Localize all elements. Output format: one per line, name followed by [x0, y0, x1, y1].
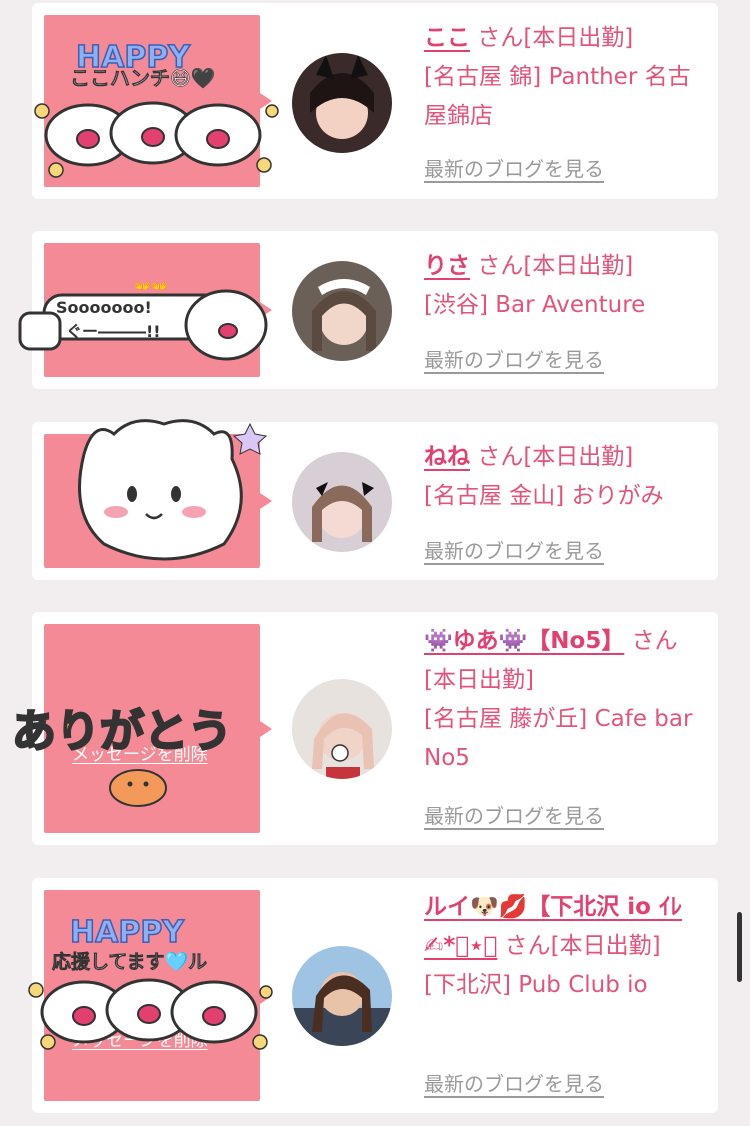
avatar-photo: [292, 261, 392, 361]
status-label: [本日出勤]: [523, 25, 634, 51]
arigatou-sticker-image: ありがとう: [11, 705, 233, 807]
latest-blog-link[interactable]: 最新のブログを見る: [424, 800, 604, 829]
cast-info: ねね さん[本日出勤] [名古屋 金山] おりがみ: [424, 438, 696, 516]
avatar[interactable]: [292, 261, 392, 361]
svg-text:HAPPY: HAPPY: [70, 915, 185, 950]
message-sticker[interactable]: メッセージを削除 HAPPY 応援してます🩵ル: [28, 890, 273, 1101]
shop-label: [渋谷] Bar Aventure: [424, 292, 646, 318]
blog-card: メッセージを削除 ありがとう 👾ゆあ👾【No5】 さん [本日出勤] [名古屋 藤…: [11, 612, 718, 845]
latest-blog-link[interactable]: 最新のブログを見る: [424, 535, 604, 564]
avatar-photo: [292, 679, 392, 779]
message-sticker[interactable]: HAPPY ここハンチ😆🖤: [34, 15, 279, 187]
shop-label: [下北沢] Pub Club io: [424, 972, 648, 998]
blog-card: HAPPY ここハンチ😆🖤 ここ さん[本日出勤] [名古屋 錦] Panthe…: [32, 3, 718, 199]
shop-label: [名古屋 藤が丘] Cafe bar No5: [424, 706, 693, 771]
svg-text:ここハンチ😆🖤: ここハンチ😆🖤: [70, 66, 216, 90]
happy-bears-sticker-image: HAPPY ここハンチ😆🖤: [34, 39, 279, 178]
san-label: さん: [477, 444, 524, 470]
san-label: さん: [477, 253, 524, 279]
message-sticker[interactable]: 👐👐 Sooooooo! ぐー―――!!: [18, 243, 272, 377]
avatar[interactable]: [292, 946, 392, 1046]
happy-bears-sticker-image: HAPPY 応援してます🩵ル: [28, 914, 273, 1050]
avatar[interactable]: [292, 679, 392, 779]
latest-blog-link[interactable]: 最新のブログを見る: [424, 344, 604, 373]
san-label: さん: [477, 25, 524, 51]
latest-blog-link[interactable]: 最新のブログを見る: [424, 1068, 604, 1097]
svg-text:ぐー―――!!: ぐー―――!!: [66, 322, 161, 341]
status-label: [本日出勤]: [523, 253, 634, 279]
message-sticker[interactable]: [44, 419, 272, 568]
cast-info: 👾ゆあ👾【No5】 さん [本日出勤] [名古屋 藤が丘] Cafe bar No…: [424, 622, 696, 778]
svg-text:ありがとう: ありがとう: [12, 706, 232, 757]
cast-name-link[interactable]: ここ: [424, 25, 470, 51]
message-sticker[interactable]: メッセージを削除 ありがとう: [11, 624, 272, 833]
chiikawa-bear-sticker-image: [78, 419, 268, 561]
good-bear-sticker-image: 👐👐 Sooooooo! ぐー―――!!: [18, 279, 268, 361]
cast-info: ルイ🐶💋【下北沢 io ｲﾚ✍︎*ﾟ⋆】 さん[本日出勤] [下北沢] Pub …: [424, 888, 696, 1005]
blog-card: メッセージを削除 HAPPY 応援してます🩵ル ルイ🐶💋【下北沢 io ｲﾚ✍︎…: [28, 878, 718, 1113]
svg-text:👐👐: 👐👐: [134, 279, 169, 295]
cast-info: りさ さん[本日出勤] [渋谷] Bar Aventure: [424, 247, 696, 325]
avatar[interactable]: [292, 452, 392, 552]
avatar[interactable]: [292, 53, 392, 153]
status-label: [本日出勤]: [424, 667, 534, 693]
shop-label: [名古屋 錦] Panther 名古屋錦店: [424, 64, 691, 129]
cast-name-link[interactable]: 👾ゆあ👾【No5】: [424, 628, 624, 654]
blog-card: ねね さん[本日出勤] [名古屋 金山] おりがみ 最新のブログを見る: [32, 419, 718, 580]
latest-blog-link[interactable]: 最新のブログを見る: [424, 153, 604, 182]
status-label: [本日出勤]: [550, 933, 661, 959]
cast-name-link[interactable]: ねね: [424, 444, 470, 470]
avatar-photo: [292, 452, 392, 552]
scrollbar[interactable]: [737, 912, 742, 982]
avatar-photo: [292, 946, 392, 1046]
san-label: さん: [631, 628, 678, 654]
blog-card: 👐👐 Sooooooo! ぐー―――!! りさ さん[本日出勤] [渋谷] Ba…: [18, 231, 718, 389]
shop-label: [名古屋 金山] おりがみ: [424, 483, 664, 509]
svg-text:応援してます🩵ル: 応援してます🩵ル: [52, 950, 207, 973]
status-label: [本日出勤]: [523, 444, 634, 470]
svg-text:Sooooooo!: Sooooooo!: [56, 298, 152, 317]
san-label: さん: [504, 933, 551, 959]
avatar-photo: [292, 53, 392, 153]
cast-info: ここ さん[本日出勤] [名古屋 錦] Panther 名古屋錦店: [424, 19, 696, 136]
cast-name-link[interactable]: りさ: [424, 253, 470, 279]
